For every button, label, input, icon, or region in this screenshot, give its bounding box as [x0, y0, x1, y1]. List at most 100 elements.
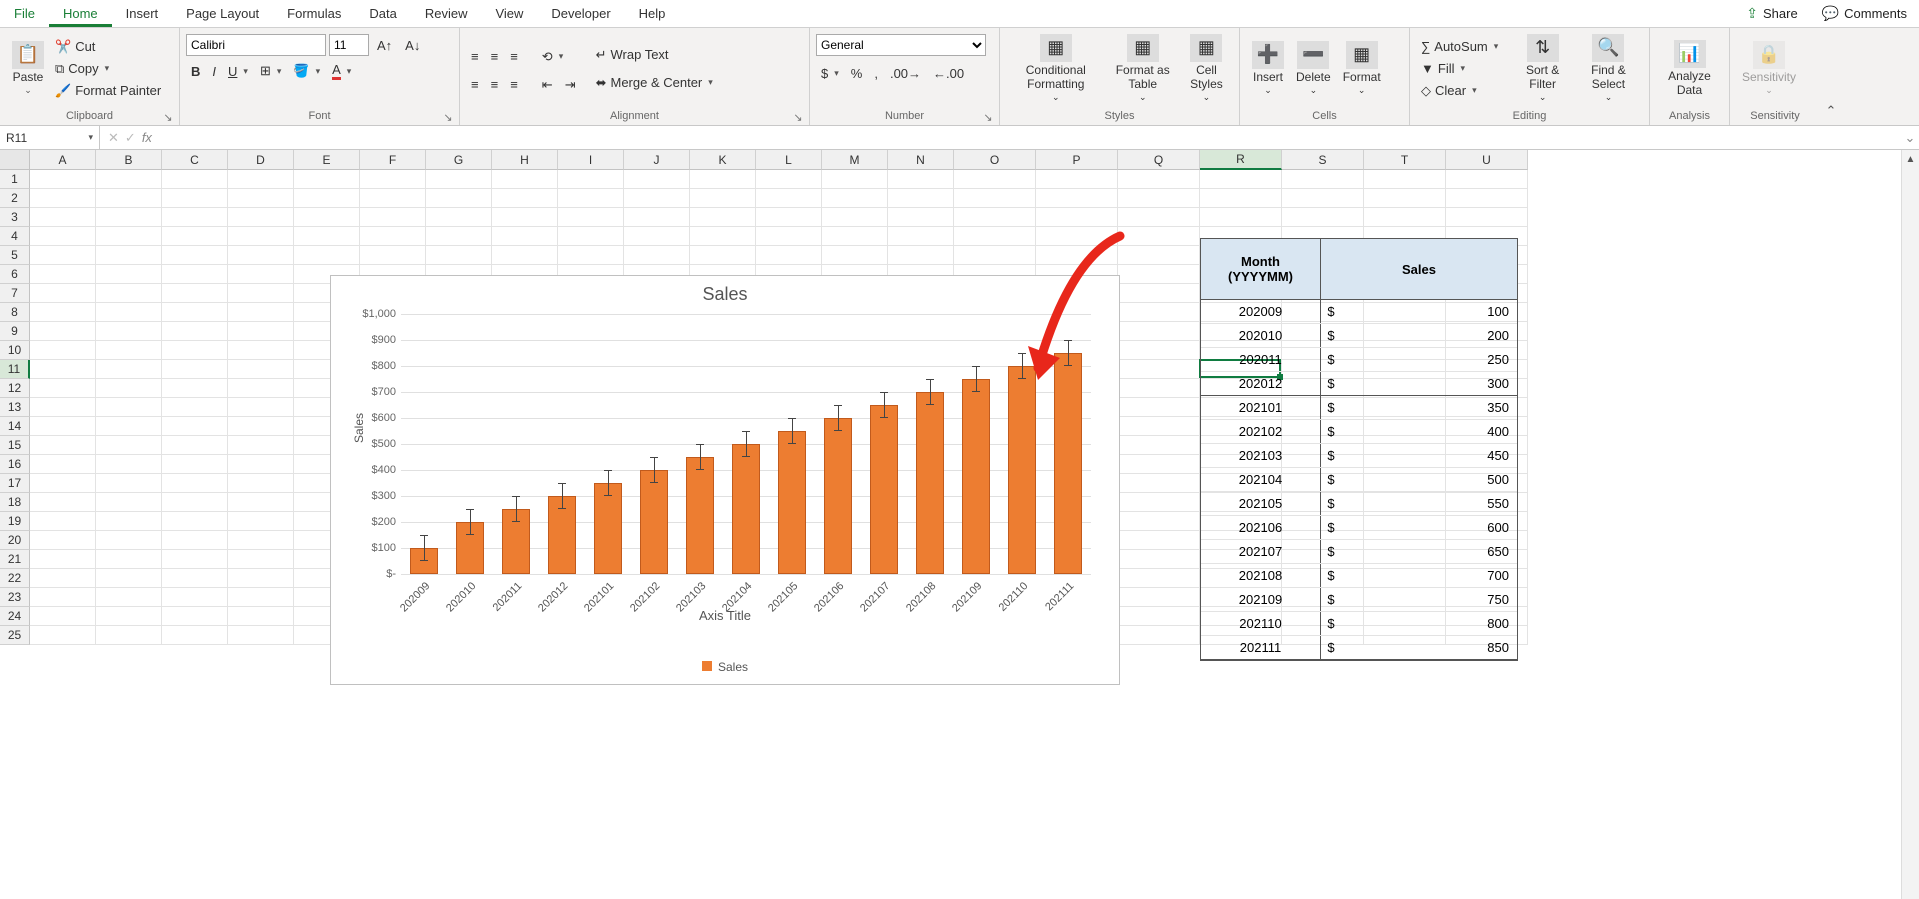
- borders-button[interactable]: ⊞: [255, 60, 286, 82]
- paste-button[interactable]: 📋 Paste⌄: [6, 39, 50, 98]
- cell[interactable]: [162, 398, 228, 417]
- cell[interactable]: [888, 189, 954, 208]
- cell[interactable]: [1446, 170, 1528, 189]
- cell-styles-button[interactable]: ▦Cell Styles⌄: [1180, 32, 1233, 104]
- cell[interactable]: [1200, 208, 1282, 227]
- cell[interactable]: [1118, 284, 1200, 303]
- cell[interactable]: [690, 208, 756, 227]
- analyze-data-button[interactable]: 📊Analyze Data: [1656, 38, 1723, 98]
- cell[interactable]: [1036, 170, 1118, 189]
- increase-font-button[interactable]: A↑: [372, 34, 397, 56]
- clipboard-launcher[interactable]: ↘: [161, 110, 175, 124]
- tab-developer[interactable]: Developer: [537, 0, 624, 27]
- select-all-corner[interactable]: [0, 150, 30, 170]
- cell[interactable]: [756, 208, 822, 227]
- data-table[interactable]: Month (YYYYMM) Sales 202009$100202010$20…: [1200, 238, 1518, 661]
- cell[interactable]: [96, 208, 162, 227]
- cell[interactable]: [162, 322, 228, 341]
- alignment-launcher[interactable]: ↘: [791, 110, 805, 124]
- cell[interactable]: [228, 455, 294, 474]
- table-row[interactable]: 202010$200: [1201, 324, 1517, 348]
- cell[interactable]: [162, 493, 228, 512]
- cell[interactable]: [426, 170, 492, 189]
- cell[interactable]: [162, 474, 228, 493]
- cell[interactable]: [228, 341, 294, 360]
- cell[interactable]: [1118, 531, 1200, 550]
- font-launcher[interactable]: ↘: [441, 110, 455, 124]
- cell[interactable]: [558, 189, 624, 208]
- format-painter-button[interactable]: 🖌️Format Painter: [50, 80, 166, 102]
- autosum-button[interactable]: ∑AutoSum: [1416, 36, 1503, 58]
- cell[interactable]: [30, 474, 96, 493]
- cell[interactable]: [30, 398, 96, 417]
- italic-button[interactable]: I: [207, 60, 221, 82]
- row-header-23[interactable]: 23: [0, 588, 30, 607]
- cell[interactable]: [30, 341, 96, 360]
- cell[interactable]: [30, 455, 96, 474]
- cell[interactable]: [1036, 189, 1118, 208]
- enter-formula-button[interactable]: ✓: [125, 130, 136, 146]
- scroll-up-button[interactable]: ▲: [1902, 150, 1919, 168]
- table-row[interactable]: 202107$650: [1201, 540, 1517, 564]
- column-header-I[interactable]: I: [558, 150, 624, 170]
- align-bottom-button[interactable]: ≡: [505, 46, 523, 68]
- share-button[interactable]: ⇪Share: [1734, 0, 1809, 27]
- cell[interactable]: [96, 417, 162, 436]
- comments-button[interactable]: 💬Comments: [1810, 0, 1919, 27]
- sort-filter-button[interactable]: ⇅Sort & Filter⌄: [1511, 32, 1574, 104]
- row-header-13[interactable]: 13: [0, 398, 30, 417]
- cell[interactable]: [30, 588, 96, 607]
- cell[interactable]: [1118, 436, 1200, 455]
- fill-color-button[interactable]: 🪣: [288, 60, 325, 82]
- cell[interactable]: [162, 569, 228, 588]
- expand-formula-bar-button[interactable]: ⌄: [1901, 130, 1919, 146]
- conditional-formatting-button[interactable]: ▦Conditional Formatting⌄: [1006, 32, 1106, 104]
- column-header-U[interactable]: U: [1446, 150, 1528, 170]
- cell[interactable]: [96, 569, 162, 588]
- merge-center-button[interactable]: ⬌Merge & Center: [591, 72, 718, 94]
- cell[interactable]: [624, 246, 690, 265]
- cell[interactable]: [1118, 360, 1200, 379]
- cell[interactable]: [228, 170, 294, 189]
- column-header-T[interactable]: T: [1364, 150, 1446, 170]
- cell[interactable]: [162, 531, 228, 550]
- format-as-table-button[interactable]: ▦Format as Table⌄: [1106, 32, 1180, 104]
- cell[interactable]: [1118, 474, 1200, 493]
- column-header-E[interactable]: E: [294, 150, 360, 170]
- cell[interactable]: [96, 379, 162, 398]
- row-header-16[interactable]: 16: [0, 455, 30, 474]
- row-header-20[interactable]: 20: [0, 531, 30, 550]
- cell[interactable]: [30, 360, 96, 379]
- cell[interactable]: [30, 531, 96, 550]
- cell[interactable]: [162, 265, 228, 284]
- column-header-J[interactable]: J: [624, 150, 690, 170]
- increase-decimal-button[interactable]: .00→: [885, 62, 926, 84]
- cell[interactable]: [690, 189, 756, 208]
- cell[interactable]: [624, 227, 690, 246]
- clear-button[interactable]: ◇Clear: [1416, 80, 1503, 102]
- table-row[interactable]: 202102$400: [1201, 420, 1517, 444]
- tab-data[interactable]: Data: [355, 0, 410, 27]
- tab-review[interactable]: Review: [411, 0, 482, 27]
- cell[interactable]: [96, 607, 162, 626]
- cell[interactable]: [888, 208, 954, 227]
- cell[interactable]: [30, 512, 96, 531]
- cell[interactable]: [96, 550, 162, 569]
- cell[interactable]: [228, 265, 294, 284]
- cell[interactable]: [426, 208, 492, 227]
- cell[interactable]: [228, 550, 294, 569]
- table-row[interactable]: 202101$350: [1201, 396, 1517, 420]
- cell[interactable]: [96, 474, 162, 493]
- cell[interactable]: [360, 246, 426, 265]
- cell[interactable]: [360, 189, 426, 208]
- table-row[interactable]: 202110$800: [1201, 612, 1517, 636]
- row-header-22[interactable]: 22: [0, 569, 30, 588]
- cell[interactable]: [624, 170, 690, 189]
- cell[interactable]: [294, 170, 360, 189]
- cell[interactable]: [228, 531, 294, 550]
- column-header-B[interactable]: B: [96, 150, 162, 170]
- cell[interactable]: [96, 588, 162, 607]
- cell[interactable]: [162, 170, 228, 189]
- cell[interactable]: [1118, 322, 1200, 341]
- cell[interactable]: [228, 512, 294, 531]
